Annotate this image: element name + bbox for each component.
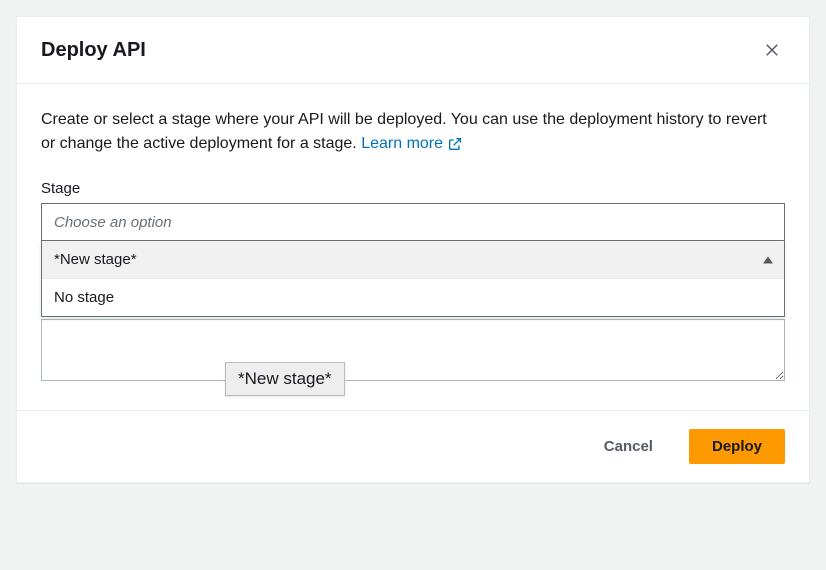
external-link-icon	[447, 136, 463, 152]
stage-select-placeholder: Choose an option	[54, 214, 172, 231]
close-button[interactable]	[759, 37, 785, 63]
modal-title: Deploy API	[41, 39, 146, 62]
stage-dropdown: *New stage* No stage	[41, 241, 785, 317]
deploy-api-modal: Deploy API Create or select a stage wher…	[16, 16, 810, 483]
learn-more-link[interactable]: Learn more	[361, 132, 463, 156]
modal-header: Deploy API	[17, 17, 809, 84]
modal-description: Create or select a stage where your API …	[41, 108, 785, 156]
modal-body: Create or select a stage where your API …	[17, 84, 809, 410]
stage-select[interactable]: Choose an option	[41, 203, 785, 241]
caret-up-icon	[763, 257, 773, 264]
learn-more-label: Learn more	[361, 132, 443, 156]
stage-option-new-stage[interactable]: *New stage*	[42, 241, 784, 279]
stage-option-no-stage[interactable]: No stage	[42, 279, 784, 316]
deploy-button[interactable]: Deploy	[689, 429, 785, 464]
cancel-button[interactable]: Cancel	[582, 430, 675, 463]
hover-tooltip: *New stage*	[225, 362, 345, 396]
stage-select-wrapper: Choose an option *New stage* No stage	[41, 203, 785, 317]
modal-footer: Cancel Deploy	[17, 410, 809, 482]
close-icon	[763, 41, 781, 59]
stage-label: Stage	[41, 180, 785, 197]
deployment-description-input[interactable]	[41, 319, 785, 381]
